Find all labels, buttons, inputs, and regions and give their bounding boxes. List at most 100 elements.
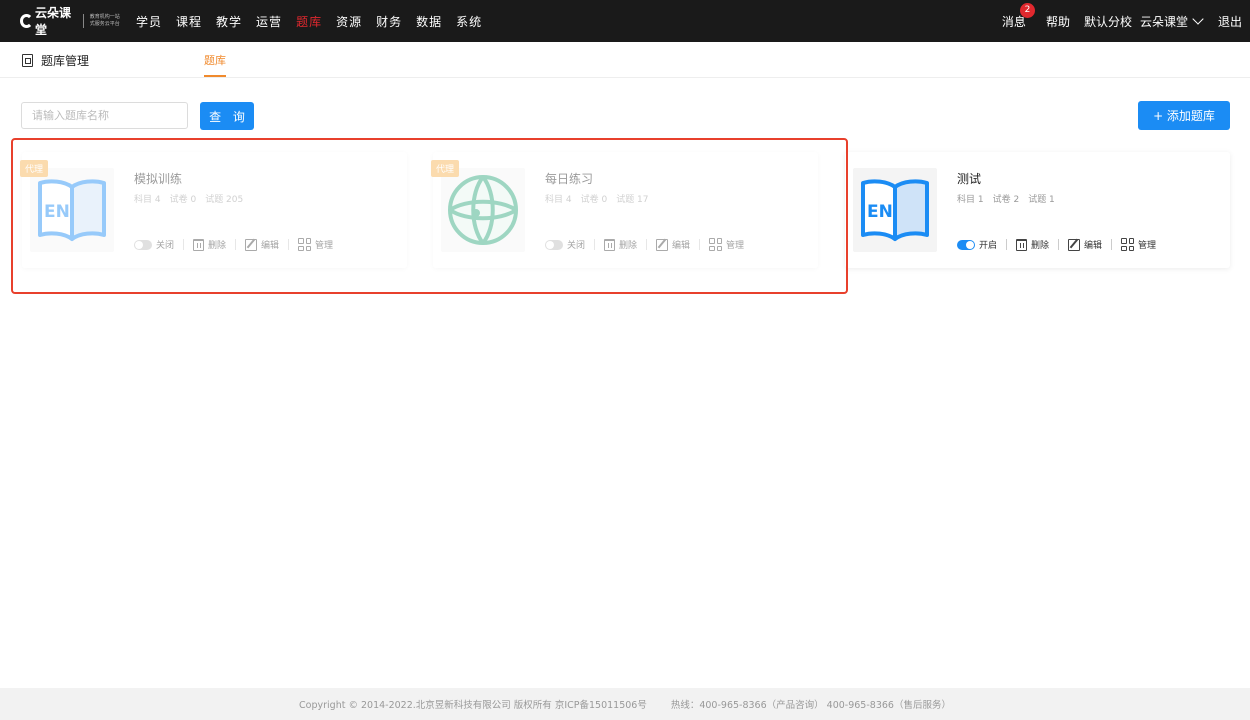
page-title-text: 题库管理 [41,54,90,68]
divider [699,239,701,250]
org-label: 云朵课堂 [1139,14,1188,29]
paper-count: 试卷 0 [169,195,197,205]
divider [183,239,185,250]
card-meta: 科目 4 试卷 0 试题 17 [545,192,658,205]
card-thumbnail: EN [30,168,114,252]
nav-item-finance[interactable]: 财务 [376,13,402,30]
manage-button[interactable]: 管理 [298,238,333,251]
card-actions: 开启 删除 编辑 管理 [957,238,1156,251]
nav-item-students[interactable]: 学员 [136,13,162,30]
nav-item-data[interactable]: 数据 [416,13,442,30]
help-link[interactable]: 帮助 [1046,13,1070,30]
agent-tag: 代理 [20,160,49,177]
nav-item-courses[interactable]: 课程 [176,13,202,30]
grid-icon [1121,238,1135,251]
globe-icon [448,175,518,245]
logout-link[interactable]: 退出 [1218,13,1242,30]
subject-count: 科目 4 [545,195,572,205]
card-meta: 科目 4 试卷 0 试题 205 [134,192,252,205]
footer-copyright: Copyright © 2014-2022.北京昱新科技有限公司 版权所有 京I… [299,700,647,711]
delete-button[interactable]: 删除 [604,238,637,251]
card-actions: 关闭 删除 编辑 管理 [134,238,333,251]
divider [594,239,596,250]
delete-label: 删除 [208,241,227,251]
question-bank-card[interactable]: EN 测试 科目 1 试卷 2 试题 1 开启 删除 编辑 管理 [845,152,1230,268]
question-count: 试题 205 [205,195,244,205]
edit-label: 编辑 [261,241,280,251]
edit-icon [656,238,669,251]
delete-label: 删除 [1031,241,1050,251]
agent-tag: 代理 [431,160,460,177]
manage-label: 管理 [726,241,745,251]
status-toggle[interactable]: 开启 [957,238,997,251]
grid-icon [709,238,723,251]
sub-header: 题库管理 题库 [0,42,1250,78]
status-toggle[interactable]: 关闭 [545,238,585,251]
delete-button[interactable]: 删除 [193,238,226,251]
nav-item-teaching[interactable]: 教学 [216,13,242,30]
divider [235,239,237,250]
search-input[interactable] [21,102,188,129]
query-button[interactable]: 查 询 [200,102,254,130]
divider [1058,239,1060,250]
nav-item-system[interactable]: 系统 [456,13,482,30]
main-nav: 学员 课程 教学 运营 题库 资源 财务 数据 系统 [136,13,496,30]
document-icon [22,54,33,67]
toggle-switch-icon [134,239,152,250]
logo-divider [82,14,84,28]
question-count: 试题 1 [1028,195,1055,205]
toggle-switch-icon [957,239,975,250]
edit-button[interactable]: 编辑 [1068,238,1102,251]
manage-label: 管理 [1138,241,1157,251]
footer-hotline: 热线：400-965-8366（产品咨询） 400-965-8366（售后服务） [670,700,951,711]
footer: Copyright © 2014-2022.北京昱新科技有限公司 版权所有 京I… [0,688,1250,720]
paper-count: 试卷 0 [580,195,608,205]
manage-button[interactable]: 管理 [709,238,744,251]
logo-name: 云朵课堂 [34,6,71,37]
edit-label: 编辑 [1084,241,1103,251]
nav-item-question-bank[interactable]: 题库 [296,13,322,30]
toggle-label: 关闭 [156,241,175,251]
top-nav-bar: 云朵课堂 教育机构一站式服务云平台 学员 课程 教学 运营 题库 资源 财务 数… [0,0,1250,42]
edit-icon [1068,238,1081,251]
manage-button[interactable]: 管理 [1121,238,1156,251]
messages-badge: 2 [1019,2,1035,18]
add-question-bank-button[interactable]: + 添加题库 [1138,101,1230,130]
divider [288,239,290,250]
edit-button[interactable]: 编辑 [656,238,690,251]
nav-item-operations[interactable]: 运营 [256,13,282,30]
logo[interactable]: 云朵课堂 教育机构一站式服务云平台 [20,0,120,42]
subject-count: 科目 4 [134,195,161,205]
trash-icon [604,238,616,251]
card-actions: 关闭 删除 编辑 管理 [545,238,744,251]
divider [646,239,648,250]
messages-link[interactable]: 消息 2 [1002,2,1035,30]
toggle-switch-icon [545,239,563,250]
question-count: 试题 17 [616,195,649,205]
toggle-label: 关闭 [567,241,586,251]
toggle-label: 开启 [979,241,998,251]
book-en-icon: EN [38,179,106,241]
tab-question-bank[interactable]: 题库 [204,52,226,77]
nav-item-resources[interactable]: 资源 [336,13,362,30]
edit-button[interactable]: 编辑 [245,238,279,251]
delete-button[interactable]: 删除 [1016,238,1049,251]
branch-selector[interactable]: 默认分校 [1084,13,1132,30]
paper-count: 试卷 2 [992,195,1020,205]
grid-icon [298,238,312,251]
org-dropdown[interactable]: 云朵课堂 [1139,12,1204,30]
chevron-down-icon [1192,12,1204,25]
question-bank-card[interactable]: 代理 每日练习 科目 4 试卷 0 试题 17 关闭 删除 编辑 管理 [431,152,818,268]
card-title: 每日练习 [545,172,594,186]
edit-label: 编辑 [672,241,691,251]
cloud-logo-icon [20,14,33,28]
top-right-menu: 消息 2 帮助 默认分校 云朵课堂 退出 [988,0,1242,42]
trash-icon [193,238,205,251]
subject-count: 科目 1 [957,195,984,205]
divider [1006,239,1008,250]
card-title: 模拟训练 [134,172,183,186]
svg-text:EN: EN [867,202,893,222]
edit-icon [245,238,258,251]
question-bank-card[interactable]: 代理 EN 模拟训练 科目 4 试卷 0 试题 205 关闭 删除 编辑 管理 [20,152,407,268]
status-toggle[interactable]: 关闭 [134,238,174,251]
